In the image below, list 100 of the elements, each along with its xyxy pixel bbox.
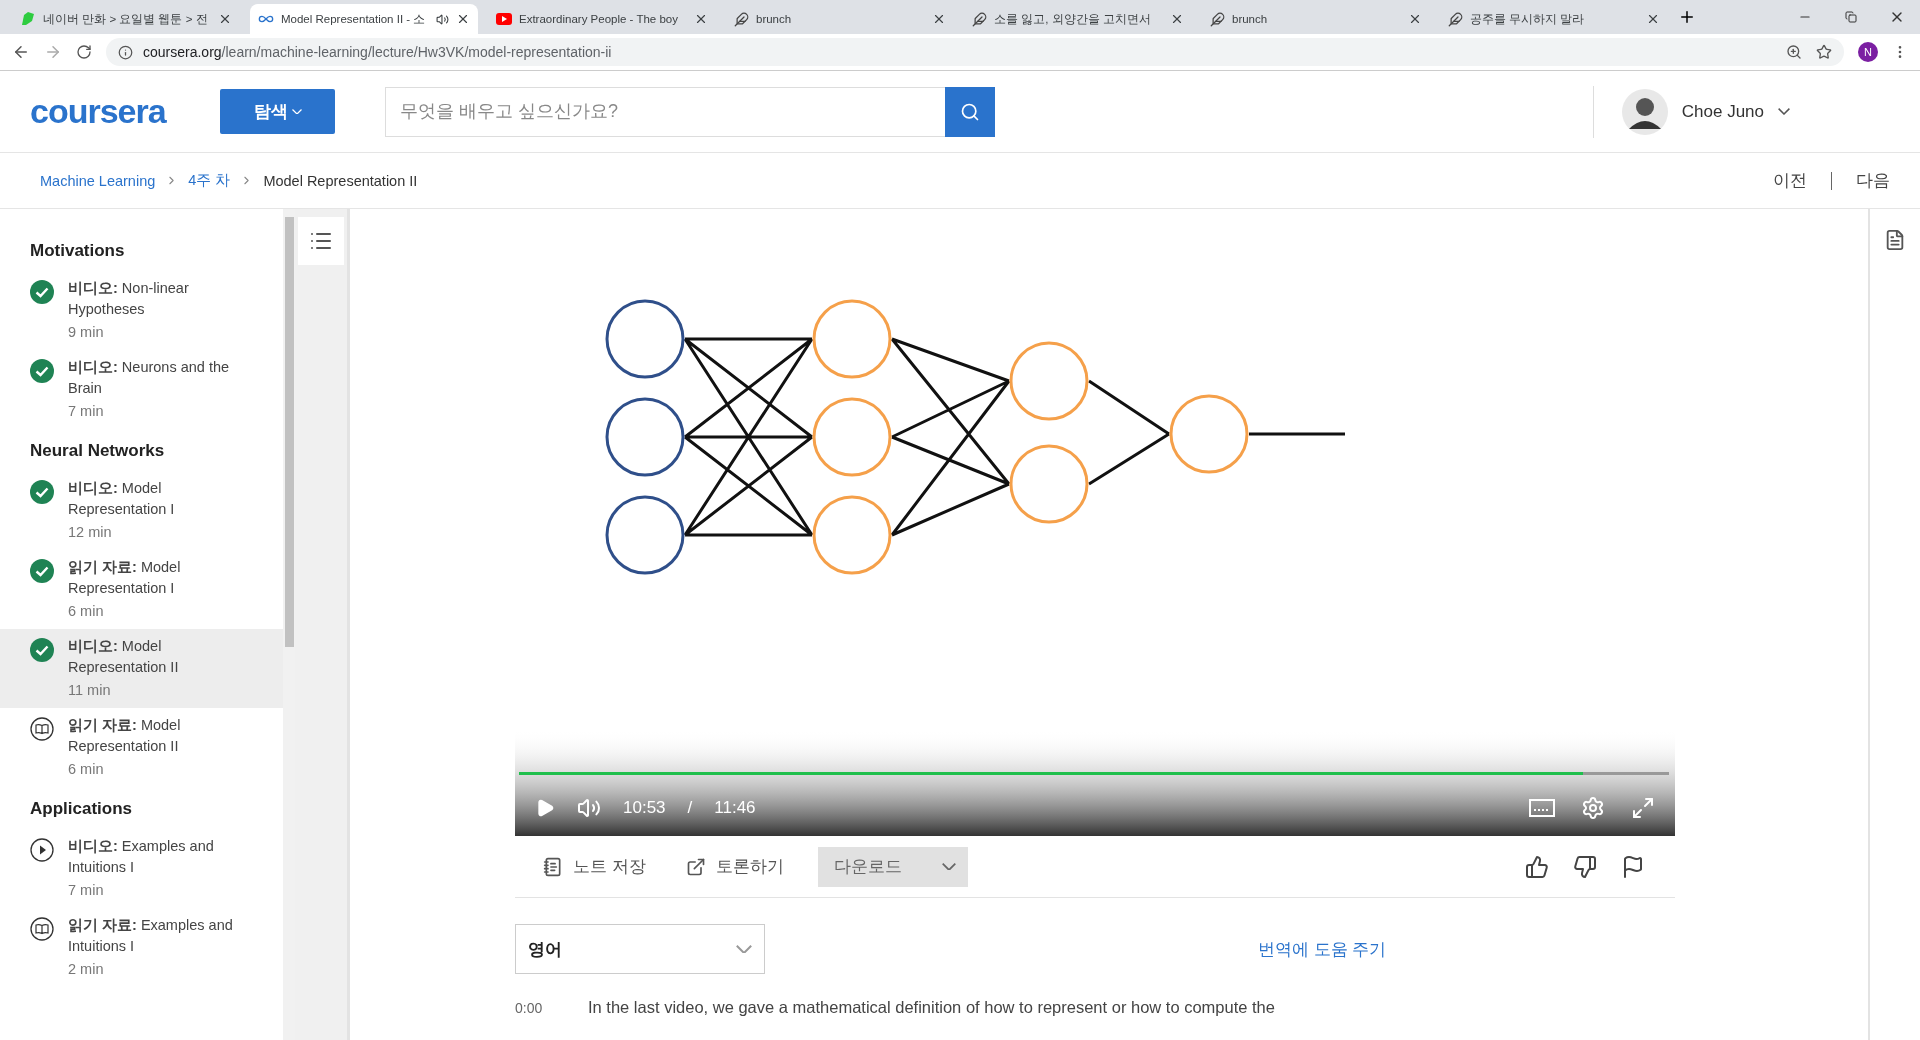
- browser-tab[interactable]: Model Representation II - 소: [250, 4, 478, 34]
- lesson-title: 비디오: Model Representation II: [68, 637, 180, 677]
- chevron-down-icon: [941, 862, 956, 871]
- save-note-button[interactable]: 노트 저장: [537, 854, 652, 879]
- lesson-duration: 9 min: [68, 323, 105, 342]
- zoom-icon[interactable]: [1786, 44, 1802, 60]
- lesson-title: 읽기 자료: Examples and Intuitions I: [68, 916, 234, 956]
- user-name[interactable]: Choe Juno: [1681, 101, 1764, 122]
- book-circle-icon: [30, 917, 54, 941]
- address-field[interactable]: coursera.org/learn/machine-learning/lecture/Hw3VK/model-representation-ii: [106, 38, 1844, 66]
- browser-tab[interactable]: 소를 잃고, 외양간을 고치면서: [964, 4, 1192, 34]
- leaf-icon: [20, 11, 36, 27]
- next-link[interactable]: 다음: [1856, 169, 1890, 192]
- duration-time: 11:46: [714, 798, 756, 818]
- browser-tab[interactable]: 네이버 만화 > 요일별 웹툰 > 전: [12, 4, 240, 34]
- lesson-item[interactable]: 읽기 자료: Model Representation I 6 min: [0, 550, 283, 629]
- language-select[interactable]: 영어: [515, 924, 765, 974]
- lesson-duration: 7 min: [68, 881, 105, 900]
- section-title: Applications: [29, 798, 133, 820]
- search-button[interactable]: [945, 86, 995, 137]
- lesson-duration: 11 min: [68, 681, 112, 700]
- chevron-down-icon[interactable]: [1778, 108, 1790, 115]
- translation-help-link[interactable]: 번역에 도움 주기: [1258, 937, 1387, 961]
- check-circle-icon: [30, 480, 54, 504]
- close-icon[interactable]: [456, 12, 470, 26]
- browser-tab[interactable]: 공주를 무시하지 말라: [1440, 4, 1668, 34]
- document-icon[interactable]: [1884, 229, 1906, 251]
- close-icon[interactable]: [932, 12, 946, 26]
- lesson-title: 비디오: Examples and Intuitions I: [68, 837, 215, 877]
- breadcrumb-current: Model Representation II: [263, 172, 418, 189]
- search-field[interactable]: 무엇을 배우고 싶으신가요?: [385, 86, 945, 137]
- star-icon[interactable]: [1816, 44, 1832, 60]
- scrollbar[interactable]: [283, 209, 295, 1040]
- lesson-duration: 12 min: [68, 523, 113, 542]
- notes-icon: [543, 856, 563, 877]
- lesson-title: 비디오: Non-linear Hypotheses: [68, 279, 190, 319]
- download-button[interactable]: 다운로드: [817, 846, 968, 887]
- chevron-down-icon: [291, 108, 302, 115]
- browser-tab[interactable]: brunch: [1202, 4, 1430, 34]
- info-icon[interactable]: [118, 44, 133, 60]
- previous-link[interactable]: 이전: [1773, 169, 1807, 192]
- flag-icon[interactable]: [1621, 854, 1645, 879]
- breadcrumb-link[interactable]: 4주 차: [188, 171, 231, 190]
- fullscreen-icon[interactable]: [1631, 796, 1655, 820]
- browser-tab[interactable]: brunch: [726, 4, 954, 34]
- close-icon[interactable]: [1646, 12, 1660, 26]
- lesson-duration: 6 min: [68, 760, 105, 779]
- discuss-button[interactable]: 토론하기: [679, 854, 790, 879]
- time-separator: /: [687, 798, 693, 818]
- restore-icon: [1845, 11, 1857, 23]
- lesson-title: 읽기 자료: Model Representation II: [68, 716, 182, 756]
- chevron-down-icon: [736, 944, 752, 954]
- breadcrumb-link[interactable]: Machine Learning: [40, 172, 156, 189]
- check-circle-icon: [30, 638, 54, 662]
- feather-icon: [734, 11, 749, 27]
- lesson-duration: 7 min: [68, 402, 105, 421]
- back-icon[interactable]: [12, 43, 30, 61]
- lesson-item[interactable]: 비디오: Model Representation II 11 min: [0, 629, 283, 708]
- lesson-title: 읽기 자료: Model Representation I: [68, 558, 182, 598]
- lesson-item[interactable]: 비디오: Non-linear Hypotheses 9 min: [0, 271, 283, 350]
- feather-icon: [972, 11, 987, 27]
- lesson-item[interactable]: 비디오: Model Representation I 12 min: [0, 471, 283, 550]
- share-icon: [685, 856, 706, 877]
- section-title: Neural Networks: [29, 440, 166, 462]
- coursera-logo[interactable]: coursera: [30, 92, 190, 131]
- lesson-item[interactable]: 비디오: Examples and Intuitions I 7 min: [0, 829, 283, 908]
- play-circle-icon: [30, 838, 54, 862]
- check-circle-icon: [30, 559, 54, 583]
- close-icon[interactable]: [1408, 12, 1422, 26]
- lesson-title: 비디오: Neurons and the Brain: [68, 358, 231, 398]
- explore-button[interactable]: 탐색: [220, 89, 335, 134]
- lesson-item[interactable]: 비디오: Neurons and the Brain 7 min: [0, 350, 283, 429]
- user-avatar: [1621, 88, 1668, 135]
- captions-icon[interactable]: [1529, 799, 1555, 817]
- lesson-duration: 6 min: [68, 602, 105, 621]
- check-circle-icon: [30, 359, 54, 383]
- lesson-item[interactable]: 읽기 자료: Model Representation II 6 min: [0, 708, 283, 787]
- thumbs-up-icon[interactable]: [1525, 854, 1549, 879]
- close-icon[interactable]: [694, 12, 708, 26]
- profile-avatar[interactable]: N: [1858, 42, 1878, 62]
- search-icon: [960, 101, 980, 122]
- close-icon[interactable]: [218, 12, 232, 26]
- feather-icon: [1448, 11, 1463, 27]
- lesson-title: 비디오: Model Representation I: [68, 479, 176, 519]
- check-circle-icon: [30, 280, 54, 304]
- play-icon[interactable]: [535, 798, 555, 818]
- list-button[interactable]: [298, 217, 344, 265]
- volume-icon[interactable]: [577, 796, 601, 820]
- browser-tab[interactable]: Extraordinary People - The boy: [488, 4, 716, 34]
- book-circle-icon: [30, 717, 54, 741]
- section-title: Motivations: [29, 240, 126, 262]
- thumbs-down-icon[interactable]: [1573, 854, 1597, 879]
- close-icon[interactable]: [1170, 12, 1184, 26]
- lesson-item[interactable]: 읽기 자료: Examples and Intuitions I 2 min: [0, 908, 283, 987]
- settings-icon[interactable]: [1581, 796, 1605, 820]
- lesson-duration: 2 min: [68, 960, 105, 979]
- new-tab-icon[interactable]: [1678, 8, 1696, 26]
- feather-icon: [1210, 11, 1225, 27]
- transcript-time[interactable]: 0:00: [515, 998, 588, 1017]
- reload-icon[interactable]: [76, 44, 92, 60]
